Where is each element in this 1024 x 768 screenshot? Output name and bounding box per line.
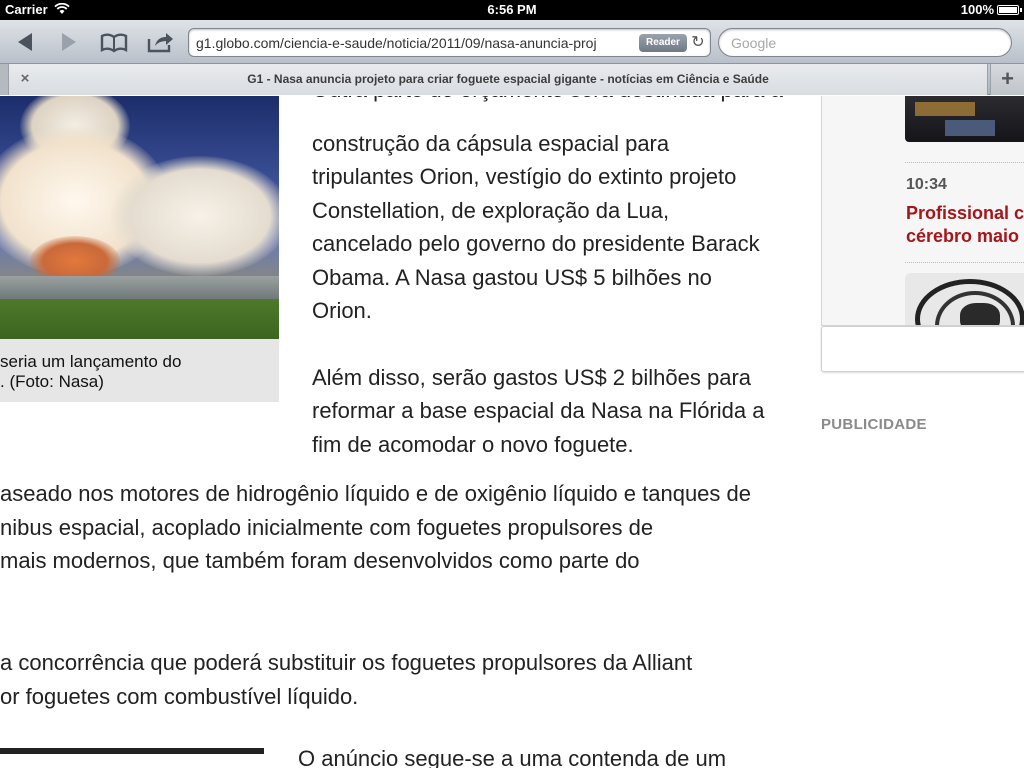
clock: 6:56 PM bbox=[487, 2, 537, 17]
news-headline-link[interactable]: Profissional c cérebro maio bbox=[906, 202, 1024, 248]
article-line: fim de acomodar o novo foguete. bbox=[312, 431, 634, 457]
article-paragraph: a concorrência que poderá substituir os … bbox=[0, 646, 692, 713]
photo-caption: seria um lançamento do . (Foto: Nasa) bbox=[0, 339, 279, 402]
address-bar[interactable]: g1.globo.com/ciencia-e-saude/noticia/201… bbox=[188, 28, 711, 57]
article-line: tripulantes Orion, vestígio do extinto p… bbox=[312, 164, 737, 189]
url-text[interactable]: g1.globo.com/ciencia-e-saude/noticia/201… bbox=[196, 35, 636, 51]
tab-stub bbox=[0, 64, 8, 95]
news-thumbnail[interactable] bbox=[905, 273, 1024, 325]
headline-line[interactable]: Profissional c bbox=[906, 202, 1024, 225]
reload-icon[interactable]: ↻ bbox=[689, 34, 707, 52]
reader-button[interactable]: Reader bbox=[639, 34, 687, 52]
search-input[interactable] bbox=[731, 34, 1001, 52]
web-content: seria um lançamento do . (Foto: Nasa) Ou… bbox=[0, 96, 1024, 768]
add-tab-button[interactable]: + bbox=[990, 64, 1024, 95]
article-line: a concorrência que poderá substituir os … bbox=[0, 650, 693, 675]
smoke-cloud bbox=[110, 156, 279, 276]
divider bbox=[905, 162, 1024, 163]
search-box[interactable] bbox=[718, 28, 1012, 57]
sidebar-panel bbox=[821, 326, 1024, 372]
caption-line: seria um lançamento do bbox=[0, 352, 182, 371]
article-column-text: Outra parte do orçamento será destinada … bbox=[312, 96, 792, 461]
active-tab[interactable]: × G1 - Nasa anuncia projeto para criar f… bbox=[8, 64, 988, 95]
article-paragraph: aseado nos motores de hidrogênio líquido… bbox=[0, 477, 751, 578]
news-thumbnail[interactable] bbox=[905, 96, 1024, 142]
section-divider bbox=[0, 748, 264, 754]
battery-percent: 100% bbox=[960, 2, 994, 17]
article-line: Orion. bbox=[312, 298, 372, 323]
launch-pad bbox=[0, 276, 279, 300]
caption-line: . (Foto: Nasa) bbox=[0, 372, 104, 391]
bookmarks-icon[interactable] bbox=[99, 28, 129, 56]
article-line: O anúncio segue-se a uma contenda de um bbox=[298, 746, 727, 768]
article-line-cut: Outra parte do orçamento será destinada … bbox=[312, 96, 792, 127]
tab-bar: × G1 - Nasa anuncia projeto para criar f… bbox=[0, 64, 1024, 95]
article-line: reformar a base espacial da Nasa na Flór… bbox=[312, 398, 765, 423]
news-time: 10:34 bbox=[906, 176, 947, 193]
rocket-launch-photo bbox=[0, 96, 279, 339]
divider bbox=[905, 262, 1024, 263]
tab-title: G1 - Nasa anuncia projeto para criar fog… bbox=[247, 72, 769, 86]
close-tab-icon[interactable]: × bbox=[17, 71, 33, 87]
headline-line[interactable]: cérebro maio bbox=[906, 225, 1024, 248]
battery-icon bbox=[997, 5, 1022, 15]
grass-field bbox=[0, 299, 279, 339]
status-bar: Carrier 6:56 PM 100% bbox=[0, 0, 1024, 20]
article-line: or foguetes com combustível líquido. bbox=[0, 683, 359, 709]
article-line: aseado nos motores de hidrogênio líquido… bbox=[0, 481, 751, 506]
article-line: Além disso, serão gastos US$ 2 bilhões p… bbox=[312, 364, 752, 390]
browser-toolbar: g1.globo.com/ciencia-e-saude/noticia/201… bbox=[0, 20, 1024, 64]
forward-icon[interactable] bbox=[54, 28, 84, 56]
back-icon[interactable] bbox=[10, 28, 40, 56]
share-icon[interactable] bbox=[145, 28, 175, 56]
article-line: mais modernos, que também foram desenvol… bbox=[0, 548, 640, 573]
article-line: nibus espacial, acoplado inicialmente co… bbox=[0, 514, 654, 540]
ad-label: PUBLICIDADE bbox=[821, 416, 927, 433]
article-line: Obama. A Nasa gastou US$ 5 bilhões no bbox=[312, 264, 712, 290]
article-line: Constellation, de exploração da Lua, bbox=[312, 197, 670, 223]
article-line: cancelado pelo governo do presidente Bar… bbox=[312, 231, 760, 256]
article-line: construção da cápsula espacial para bbox=[312, 130, 670, 156]
